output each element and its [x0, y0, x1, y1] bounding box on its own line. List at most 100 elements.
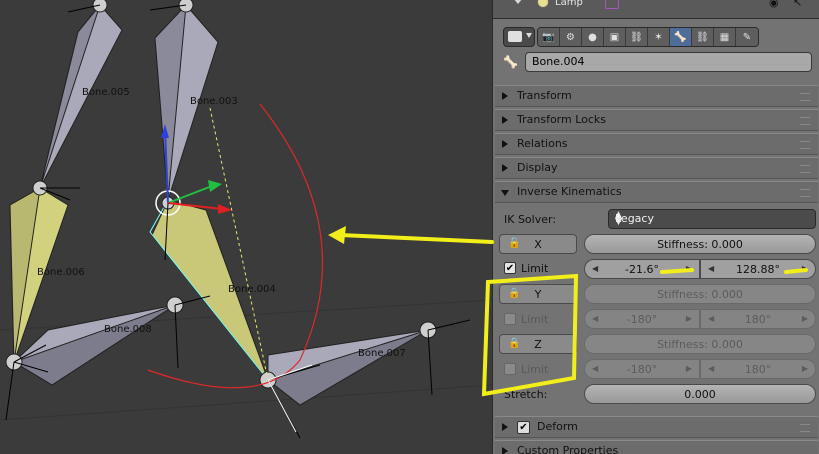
bone-name-row: 🦴 Bone.004	[499, 52, 814, 74]
stretch-value: 0.000	[684, 388, 716, 401]
max-value: 180°	[744, 363, 772, 376]
section-transform[interactable]: Transform	[495, 85, 818, 107]
section-label: Deform	[537, 420, 578, 433]
render-icon: 📷	[542, 31, 555, 43]
collapsed-triangle-icon	[502, 116, 508, 124]
constraints-icon: ⛓	[630, 31, 643, 43]
outliner-item-label: Lamp	[555, 0, 583, 8]
section-label: Transform	[517, 89, 572, 102]
drag-handle-icon[interactable]	[800, 165, 810, 173]
section-display[interactable]: Display	[495, 157, 818, 179]
tab-constraints[interactable]: ⛓	[626, 28, 648, 46]
tab-bone-constraints[interactable]: ⛓	[692, 28, 714, 46]
material-icon: ▦	[719, 31, 730, 43]
tab-object[interactable]: ▣	[604, 28, 626, 46]
tab-scene[interactable]: ⚙	[560, 28, 582, 46]
bone-name-field[interactable]: Bone.004	[525, 52, 812, 72]
editor-type-icon	[508, 31, 522, 42]
ik-limit-z-checkbox[interactable]	[504, 363, 516, 375]
expanded-triangle-icon	[501, 190, 509, 196]
world-icon: ●	[588, 31, 597, 43]
collapsed-triangle-icon	[502, 92, 508, 100]
ik-limit-y-checkbox[interactable]	[504, 313, 516, 325]
ik-stretch-slider[interactable]: 0.000	[584, 384, 816, 404]
drag-handle-icon[interactable]	[800, 141, 810, 149]
y-axis-handle[interactable]	[167, 185, 213, 204]
ik-limit-z-label: Limit	[521, 363, 549, 376]
ik-lock-y-button[interactable]: 🔒 Y	[499, 284, 577, 304]
ik-stiffness-z-slider[interactable]: Stiffness: 0.000	[584, 334, 816, 354]
section-transform-locks[interactable]: Transform Locks	[495, 109, 818, 131]
collapsed-triangle-icon	[502, 140, 508, 148]
editor-type-button[interactable]	[503, 27, 535, 47]
ik-max-x-field[interactable]: ◀ 128.88° ▶	[700, 259, 816, 279]
axis-label: Z	[534, 338, 542, 351]
tab-material[interactable]: ▦	[714, 28, 736, 46]
ik-max-y-field[interactable]: ◀ 180° ▶	[700, 309, 816, 329]
drag-handle-icon[interactable]	[800, 93, 810, 101]
section-relations[interactable]: Relations	[495, 133, 818, 155]
section-inverse-kinematics[interactable]: Inverse Kinematics	[495, 181, 818, 203]
stiffness-value: Stiffness: 0.000	[657, 338, 743, 351]
ik-limit-x-label: Limit	[521, 262, 549, 275]
section-custom-properties[interactable]: Custom Properties	[495, 440, 818, 454]
section-deform[interactable]: ✔ Deform	[495, 416, 818, 438]
ik-lock-x-button[interactable]: 🔓 X	[499, 234, 577, 254]
section-label: Transform Locks	[517, 113, 607, 126]
ik-min-y-field[interactable]: ◀ -180° ▶	[584, 309, 700, 329]
ik-stretch-label: Stretch:	[504, 388, 548, 401]
collapse-triangle-icon[interactable]	[513, 0, 523, 4]
bone-label: Bone.005	[82, 87, 130, 98]
lamp-data-icon	[605, 0, 619, 9]
tab-texture[interactable]: ✎	[736, 28, 758, 46]
increment-arrow-icon[interactable]: ▶	[802, 314, 808, 323]
increment-arrow-icon[interactable]: ▶	[686, 314, 692, 323]
ik-solver-dropdown[interactable]: Legacy ▲ ▼	[608, 209, 816, 229]
outliner-row[interactable]: Lamp ◉ ↖	[493, 0, 819, 19]
tab-bone[interactable]: 🦴	[670, 28, 692, 46]
ik-lock-z-button[interactable]: 🔒 Z	[499, 334, 577, 354]
increment-arrow-icon[interactable]: ▶	[686, 264, 692, 273]
armature-drawing	[0, 0, 492, 439]
ik-stiffness-y-slider[interactable]: Stiffness: 0.000	[584, 284, 816, 304]
ik-min-z-field[interactable]: ◀ -180° ▶	[584, 359, 700, 379]
3d-viewport[interactable]: Bone.005 Bone.003 Bone.006 Bone.004 Bone…	[0, 0, 492, 454]
ik-limit-x-checkbox[interactable]: ✔	[504, 262, 516, 274]
ik-max-z-field[interactable]: ◀ 180° ▶	[700, 359, 816, 379]
stiffness-value: Stiffness: 0.000	[657, 288, 743, 301]
increment-arrow-icon[interactable]: ▶	[802, 364, 808, 373]
bone-icon: 🦴	[503, 55, 518, 69]
bone-label: Bone.008	[104, 324, 152, 335]
scene-icon: ⚙	[566, 31, 575, 43]
bone-label: Bone.007	[358, 348, 406, 359]
tab-render[interactable]: 📷	[538, 28, 560, 46]
select-arrow-icon[interactable]: ↖	[793, 0, 802, 9]
increment-arrow-icon[interactable]: ▶	[802, 264, 808, 273]
min-value: -21.6°	[625, 263, 659, 276]
section-label: Inverse Kinematics	[517, 185, 622, 198]
bone-constraints-icon: ⛓	[696, 31, 709, 43]
bone-label: Bone.006	[37, 267, 85, 278]
updown-arrows-icon: ▲ ▼	[615, 210, 622, 227]
tab-armature-data[interactable]: ✶	[648, 28, 670, 46]
axis-label: Y	[534, 288, 542, 301]
max-value: 180°	[744, 313, 772, 326]
deform-checkbox[interactable]: ✔	[517, 421, 530, 434]
visibility-eye-icon[interactable]: ◉	[769, 0, 779, 9]
tab-world[interactable]: ●	[582, 28, 604, 46]
increment-arrow-icon[interactable]: ▶	[686, 364, 692, 373]
drag-handle-icon[interactable]	[800, 189, 810, 197]
armature-data-icon: ✶	[654, 31, 663, 43]
stiffness-value: Stiffness: 0.000	[657, 238, 743, 251]
axis-label: X	[534, 238, 542, 251]
drag-handle-icon[interactable]	[800, 424, 810, 432]
ik-min-x-field[interactable]: ◀ -21.6° ▶	[584, 259, 700, 279]
ik-stiffness-x-slider[interactable]: Stiffness: 0.000	[584, 234, 816, 254]
properties-tab-bar: 📷 ⚙ ● ▣ ⛓ ✶ 🦴 ⛓ ▦ ✎	[499, 26, 811, 48]
drag-handle-icon[interactable]	[800, 117, 810, 125]
collapsed-triangle-icon	[502, 164, 508, 172]
min-value: -180°	[626, 363, 658, 376]
bone-icon: 🦴	[674, 31, 687, 43]
lamp-icon	[537, 0, 549, 8]
section-label: Display	[517, 161, 558, 174]
